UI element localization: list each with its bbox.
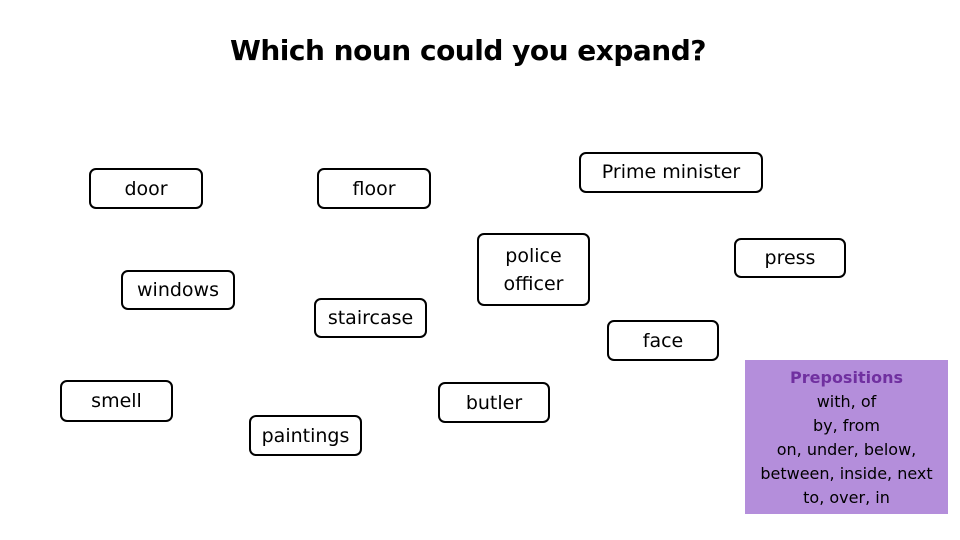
noun-box-windows[interactable]: windows	[121, 270, 235, 310]
prepositions-line: by, from	[812, 416, 881, 435]
noun-box-press[interactable]: press	[734, 238, 846, 278]
noun-box-staircase[interactable]: staircase	[314, 298, 427, 338]
noun-box-face[interactable]: face	[607, 320, 719, 361]
page-title: Which noun could you expand?	[229, 34, 707, 67]
noun-box-prime-minister[interactable]: Prime minister	[579, 152, 763, 193]
prepositions-panel: Prepositions with, of by, from on, under…	[745, 360, 948, 514]
noun-box-smell[interactable]: smell	[60, 380, 173, 422]
noun-box-butler[interactable]: butler	[438, 382, 550, 423]
noun-box-door[interactable]: door	[89, 168, 203, 209]
noun-box-floor[interactable]: floor	[317, 168, 431, 209]
prepositions-heading: Prepositions	[790, 368, 903, 387]
noun-box-police-officer[interactable]: police officer	[477, 233, 590, 306]
prepositions-line: on, under, below,	[776, 440, 917, 459]
prepositions-line: between, inside, next	[760, 464, 933, 483]
prepositions-line: with, of	[816, 392, 877, 411]
prepositions-line: to, over, in	[803, 488, 890, 507]
noun-box-paintings[interactable]: paintings	[249, 415, 362, 456]
